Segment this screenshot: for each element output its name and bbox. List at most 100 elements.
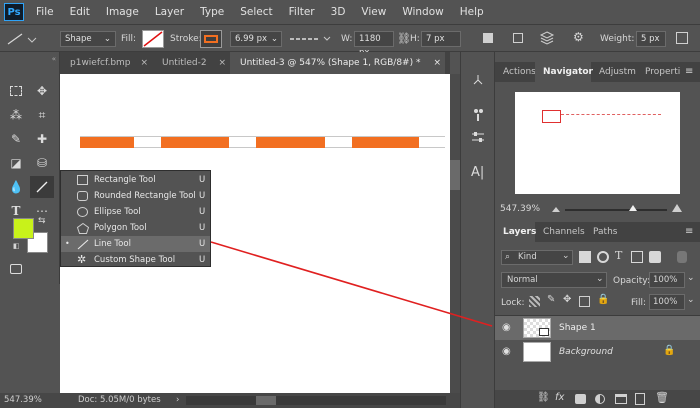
foreground-color-swatch[interactable]	[13, 218, 34, 239]
zoom-slider-handle[interactable]	[628, 204, 638, 212]
vertical-scrollbar[interactable]	[450, 74, 460, 393]
trash-icon[interactable]: 🗑	[655, 391, 669, 404]
default-colors-icon[interactable]: ◧	[13, 242, 20, 250]
stroke-width-field[interactable]: 6.99 px ⌄	[230, 31, 282, 47]
stroke-type-select[interactable]	[288, 33, 333, 45]
healing-brush-icon[interactable]: ✚	[32, 130, 52, 148]
magic-wand-icon[interactable]: ⁂	[6, 106, 26, 124]
lock-transparent-icon[interactable]	[529, 296, 540, 307]
adjustment-layer-icon[interactable]	[595, 394, 605, 404]
layer-name[interactable]: Shape 1	[559, 323, 596, 333]
add-mask-icon[interactable]	[575, 394, 586, 404]
zoom-out-icon[interactable]	[551, 205, 561, 213]
brush-presets-icon[interactable]	[472, 108, 484, 122]
menu-item-rounded-rectangle-tool[interactable]: Rounded Rectangle Tool U	[61, 188, 210, 204]
lock-brush-icon[interactable]: ✎	[547, 294, 555, 305]
tab-layers[interactable]: Layers	[495, 222, 536, 242]
link-icon[interactable]: ⛓	[397, 32, 411, 45]
lock-all-icon[interactable]: 🔒	[597, 294, 609, 305]
collapse-arrows-icon[interactable]: «	[0, 56, 60, 63]
opacity-field[interactable]: 100%	[649, 272, 685, 288]
menu-image[interactable]: Image	[106, 6, 139, 18]
menu-edit[interactable]: Edit	[70, 6, 90, 18]
tab-actions[interactable]: Actions	[495, 62, 536, 82]
visibility-eye-icon[interactable]: ◉	[502, 322, 516, 334]
blur-tool-icon[interactable]: 💧	[6, 178, 26, 196]
zoom-in-icon[interactable]	[671, 203, 683, 213]
horizontal-scrollbar[interactable]	[186, 396, 446, 405]
panel-menu-icon[interactable]: ≡	[685, 226, 693, 237]
filter-toggle[interactable]	[677, 251, 687, 263]
quick-mask-icon[interactable]	[10, 264, 22, 274]
link-layers-icon[interactable]: ⛓	[537, 392, 550, 403]
menu-item-line-tool[interactable]: • Line Tool U	[61, 236, 210, 252]
weight-field[interactable]: 5 px	[636, 31, 666, 47]
lock-artboard-icon[interactable]	[579, 296, 590, 307]
lock-position-icon[interactable]: ✥	[563, 294, 571, 305]
brush-tool-icon[interactable]: ✎	[6, 130, 26, 148]
zoom-slider-track[interactable]	[565, 209, 667, 211]
tab-untitled-2[interactable]: Untitled-2 ×	[152, 52, 230, 74]
menu-help[interactable]: Help	[460, 6, 484, 18]
view-box[interactable]	[542, 110, 561, 123]
close-icon[interactable]: ×	[140, 52, 148, 74]
character-icon[interactable]: A|	[471, 166, 485, 180]
filter-smart-object-icon[interactable]	[649, 251, 661, 263]
crop-tool-icon[interactable]: ⌗	[32, 106, 52, 124]
tab-p1wiefcf[interactable]: p1wiefcf.bmp ×	[60, 52, 152, 74]
menu-type[interactable]: Type	[200, 6, 224, 18]
filter-adjustment-icon[interactable]	[597, 251, 609, 263]
menu-item-rectangle-tool[interactable]: Rectangle Tool U	[61, 172, 210, 188]
fill-swatch[interactable]	[142, 30, 164, 48]
filter-pixel-icon[interactable]	[579, 251, 591, 263]
filter-shape-icon[interactable]	[631, 251, 643, 263]
menu-select[interactable]: Select	[240, 6, 272, 18]
chevron-right-icon[interactable]: ›	[176, 393, 179, 408]
tab-adjustments[interactable]: Adjustm	[591, 62, 637, 82]
new-layer-icon[interactable]	[635, 393, 645, 405]
height-field[interactable]: 7 px	[421, 31, 461, 47]
path-alignment-icon[interactable]	[513, 33, 523, 43]
tab-channels[interactable]: Channels	[535, 222, 585, 242]
gear-icon[interactable]: ⚙	[573, 30, 584, 44]
path-operations-icon[interactable]	[483, 33, 493, 43]
line-tool-button[interactable]	[30, 176, 54, 198]
menu-file[interactable]: File	[36, 6, 54, 18]
layer-name[interactable]: Background	[559, 347, 613, 357]
scrollbar-thumb[interactable]	[256, 396, 276, 405]
menu-filter[interactable]: Filter	[289, 6, 315, 18]
chevron-down-icon[interactable]: ⌄	[687, 273, 695, 283]
layer-row-shape-1[interactable]: ◉ Shape 1	[495, 316, 700, 340]
menu-window[interactable]: Window	[402, 6, 443, 18]
layer-style-icon[interactable]: fx	[555, 392, 564, 403]
menu-item-polygon-tool[interactable]: Polygon Tool U	[61, 220, 210, 236]
history-icon[interactable]	[472, 74, 484, 86]
tab-paths[interactable]: Paths	[585, 222, 625, 242]
menu-view[interactable]: View	[361, 6, 386, 18]
filter-kind-select[interactable]: ⌕ Kind ⌄	[501, 250, 573, 265]
tool-preset-picker[interactable]	[6, 32, 42, 46]
visibility-eye-icon[interactable]: ◉	[502, 346, 516, 358]
tab-untitled-3[interactable]: Untitled-3 @ 547% (Shape 1, RGB/8#) * ×	[230, 52, 445, 74]
zoom-level[interactable]: 547.39%	[4, 393, 42, 408]
marquee-tool-icon[interactable]	[6, 82, 26, 100]
menu-item-ellipse-tool[interactable]: Ellipse Tool U	[61, 204, 210, 220]
eraser-tool-icon[interactable]: ◪	[6, 154, 26, 172]
scrollbar-thumb[interactable]	[450, 160, 460, 190]
align-edges-icon[interactable]	[676, 32, 688, 44]
paint-bucket-icon[interactable]: ⛁	[32, 154, 52, 172]
menu-item-custom-shape-tool[interactable]: ✲ Custom Shape Tool U	[61, 252, 210, 268]
stroke-swatch[interactable]	[200, 30, 222, 48]
adjust-sliders-icon[interactable]	[471, 130, 485, 144]
tab-properties[interactable]: Properti	[637, 62, 685, 82]
menu-3d[interactable]: 3D	[331, 6, 346, 18]
chevron-down-icon[interactable]: ⌄	[687, 295, 695, 305]
panel-menu-icon[interactable]: ≡	[685, 66, 693, 77]
navigator-preview[interactable]	[515, 92, 680, 194]
mode-select[interactable]: Shape ⌄	[60, 31, 116, 47]
blend-mode-select[interactable]: Normal ⌄	[501, 272, 607, 288]
close-icon[interactable]: ×	[433, 52, 441, 74]
path-arrangement-icon[interactable]	[539, 31, 555, 45]
fill-field[interactable]: 100%	[649, 294, 685, 310]
swap-colors-icon[interactable]: ⇆	[38, 216, 46, 226]
